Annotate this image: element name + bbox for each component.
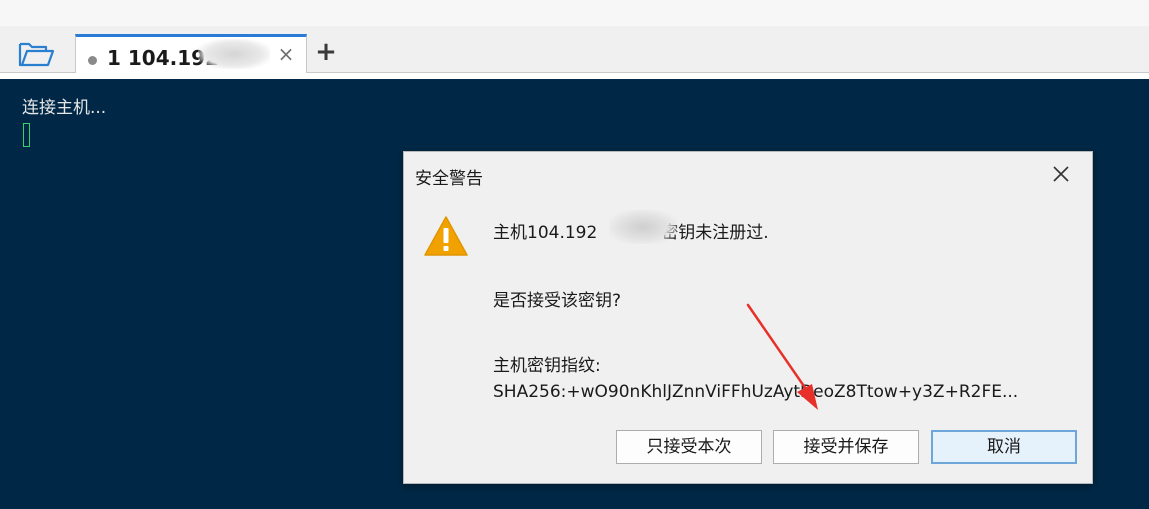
terminal-cursor — [23, 123, 30, 147]
fingerprint-value: SHA256:+wO90nKhlJZnnViFFhUzAytDeoZ8Ttow+… — [493, 382, 1019, 402]
open-folder-icon[interactable] — [17, 39, 55, 69]
terminal-status-text: 连接主机... — [22, 98, 107, 118]
redacted-ip-blur — [609, 210, 677, 244]
window-top-strip — [0, 0, 1149, 26]
security-warning-dialog: 安全警告 主机104.192 密钥未注册过. 是否接受该密钥? 主机密钥指纹: S… — [403, 151, 1093, 484]
accept-question: 是否接受该密钥? — [493, 291, 622, 311]
warning-icon — [423, 215, 469, 257]
redacted-ip-blur — [198, 39, 270, 69]
add-tab-icon[interactable]: + — [314, 38, 338, 66]
fingerprint-label: 主机密钥指纹: — [493, 356, 601, 376]
session-tab-active[interactable]: 1 104.192 × — [75, 34, 307, 73]
accept-and-save-button[interactable]: 接受并保存 — [773, 430, 919, 464]
close-icon[interactable] — [1049, 162, 1073, 186]
connection-status-dot — [88, 56, 97, 65]
cancel-button[interactable]: 取消 — [931, 430, 1077, 464]
close-tab-icon[interactable]: × — [276, 42, 296, 66]
dialog-title: 安全警告 — [415, 169, 483, 189]
accept-once-button[interactable]: 只接受本次 — [616, 430, 762, 464]
tab-bar: 1 104.192 × + — [0, 26, 1149, 73]
